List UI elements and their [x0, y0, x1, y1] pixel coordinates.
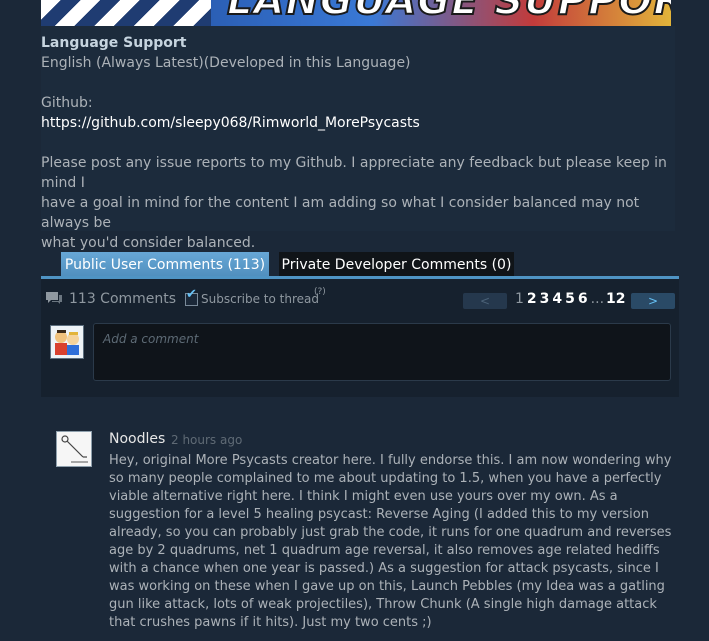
- comment-author-avatar[interactable]: [56, 431, 92, 467]
- subscribe-label[interactable]: Subscribe to thread: [201, 292, 319, 306]
- pagination-ellipsis: ...: [590, 291, 605, 307]
- comment-line: that crushes pawns if it hits). Just my …: [109, 615, 432, 630]
- comment-timestamp: 2 hours ago: [171, 433, 243, 447]
- comment-line: was working on these when I gave up on t…: [109, 579, 665, 594]
- comment-line: with a chance when one year is passed.) …: [109, 561, 659, 576]
- comment-line: suggestion for a level 5 healing psycast…: [109, 507, 649, 522]
- cartoon-avatar-icon: [51, 326, 83, 358]
- page-link[interactable]: 2: [527, 291, 537, 307]
- note-line: have a goal in mind for the content I am…: [41, 195, 640, 231]
- github-label: Github:: [41, 95, 93, 111]
- comment-line: already, so you can probably just grab t…: [109, 525, 672, 540]
- comment-line: gun like attack, lots of weak projectile…: [109, 597, 657, 612]
- current-user-avatar[interactable]: [50, 325, 84, 359]
- comment-author-name[interactable]: Noodles: [109, 431, 165, 447]
- language-support-value: English (Always Latest)(Developed in thi…: [41, 55, 411, 71]
- add-comment-placeholder: Add a comment: [103, 332, 199, 346]
- add-comment-input[interactable]: Add a comment: [93, 323, 671, 381]
- pagination-next-button[interactable]: >: [631, 293, 675, 309]
- language-support-heading: Language Support: [41, 35, 187, 51]
- note-line: Please post any issue reports to my Gith…: [41, 155, 667, 191]
- tab-private-developer-comments[interactable]: Private Developer Comments (0): [279, 252, 514, 278]
- comment-body: Hey, original More Psycasts creator here…: [109, 452, 672, 632]
- comment-line: age by 2 quadrums, net 1 quadrum age rev…: [109, 543, 660, 558]
- page-link[interactable]: 6: [578, 291, 588, 307]
- pagination-pages: 1 2 3 4 5 6... 12: [515, 291, 629, 307]
- pagination-prev-button[interactable]: <: [463, 293, 507, 309]
- page-link-current: 1: [515, 291, 524, 307]
- page-link[interactable]: 4: [552, 291, 562, 307]
- speech-bubble-icon: [46, 292, 62, 304]
- description-text: Language Support English (Always Latest)…: [41, 33, 671, 253]
- sketch-avatar-icon: [57, 432, 91, 466]
- page-link[interactable]: 3: [540, 291, 550, 307]
- page-link[interactable]: 5: [565, 291, 575, 307]
- comment-line: Hey, original More Psycasts creator here…: [109, 453, 672, 468]
- tab-public-comments[interactable]: Public User Comments (113): [61, 252, 269, 278]
- comments-toolbar: 113 Comments ✔ Subscribe to thread (?) <…: [41, 279, 679, 317]
- help-icon[interactable]: (?): [314, 287, 326, 297]
- checkmark-icon: ✔: [186, 287, 197, 302]
- banner-stripes: [41, 0, 211, 26]
- description-banner-image: LANGUAGE SUPPORT!: [41, 0, 671, 26]
- workshop-page: LANGUAGE SUPPORT! Language Support Engli…: [0, 0, 709, 641]
- banner-art-text: LANGUAGE SUPPORT!: [226, 0, 671, 25]
- github-link[interactable]: https://github.com/sleepy068/Rimworld_Mo…: [41, 115, 420, 131]
- page-link-last[interactable]: 12: [606, 291, 625, 307]
- comment-line: so many people complained to me about up…: [109, 471, 662, 486]
- comment-count: 113 Comments: [69, 291, 177, 307]
- comments-area: 113 Comments ✔ Subscribe to thread (?) <…: [41, 276, 679, 397]
- comment-line: viable alternative right here. I think I…: [109, 489, 618, 504]
- note-line: what you'd consider balanced.: [41, 235, 256, 251]
